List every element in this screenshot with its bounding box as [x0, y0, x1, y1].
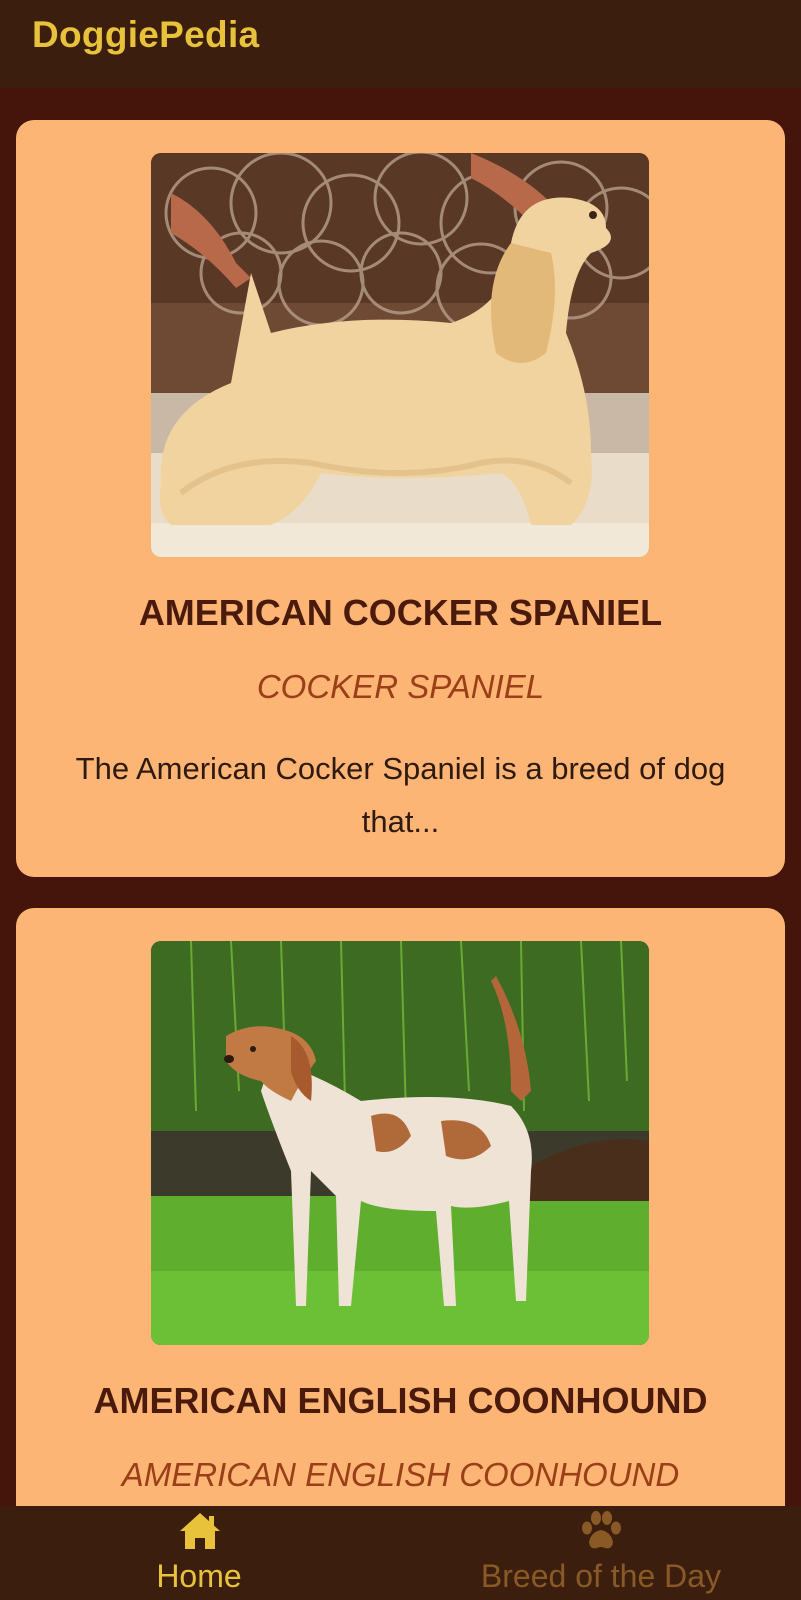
breed-photo-cocker-spaniel [151, 153, 649, 557]
breed-photo-coonhound [151, 941, 649, 1345]
nav-breed-of-the-day[interactable]: Breed of the Day [401, 1506, 801, 1600]
breed-card[interactable]: AMERICAN ENGLISH COONHOUND AMERICAN ENGL… [16, 908, 785, 1506]
breed-description: The American Cocker Spaniel is a breed o… [75, 751, 726, 839]
home-icon [178, 1510, 222, 1557]
breed-alt-name: COCKER SPANIEL [256, 668, 545, 705]
breed-name: AMERICAN COCKER SPANIEL [138, 592, 663, 633]
breed-list[interactable]: AMERICAN COCKER SPANIEL COCKER SPANIEL T… [0, 88, 801, 1506]
nav-breed-of-the-day-label: Breed of the Day [480, 1558, 722, 1594]
bottom-navigation: Home Breed of the Day [0, 1506, 801, 1600]
nav-home-label: Home [156, 1558, 242, 1594]
breed-name: AMERICAN ENGLISH COONHOUND [93, 1380, 708, 1421]
app-bar: DoggiePedia [0, 0, 801, 88]
paw-icon [577, 1510, 625, 1557]
app-title: DoggiePedia [32, 14, 260, 55]
nav-home[interactable]: Home [0, 1506, 400, 1600]
breed-card[interactable]: AMERICAN COCKER SPANIEL COCKER SPANIEL T… [16, 120, 785, 877]
breed-alt-name: AMERICAN ENGLISH COONHOUND [121, 1456, 680, 1493]
